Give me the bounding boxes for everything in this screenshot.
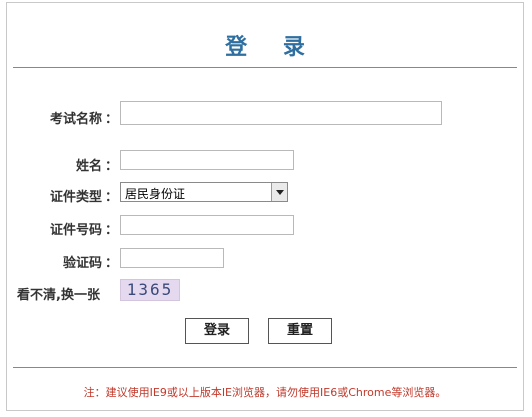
id-type-colon: ： [105, 190, 119, 205]
browser-note: 注：建议使用IE9或以上版本IE浏览器，请勿使用IE6或Chrome等浏览器。 [83, 386, 447, 399]
login-panel: 登 录 考试名称 ： 姓名 ： 证件类型 ： 居民身份证 证件号码 ： 验证码 … [6, 2, 524, 411]
bottom-divider [13, 367, 517, 368]
name-colon: ： [105, 159, 119, 174]
captcha-label: 验证码 [62, 256, 102, 271]
name-label: 姓名 [75, 159, 102, 174]
login-button[interactable]: 登录 [185, 318, 249, 344]
reset-button[interactable]: 重置 [268, 318, 332, 344]
id-number-label: 证件号码 [49, 223, 102, 238]
refresh-captcha-link[interactable]: 看不清,换一张 [17, 284, 100, 303]
id-type-label: 证件类型 [49, 190, 102, 205]
top-divider [13, 67, 517, 68]
exam-name-colon: ： [105, 112, 119, 127]
exam-name-input[interactable] [120, 101, 442, 125]
id-type-selected-value: 居民身份证 [125, 187, 186, 201]
id-type-select[interactable]: 居民身份证 [120, 182, 288, 202]
id-number-input[interactable] [120, 215, 294, 235]
id-number-colon: ： [105, 223, 119, 238]
chevron-down-icon[interactable] [271, 183, 287, 201]
exam-name-label: 考试名称 [49, 112, 102, 127]
captcha-image[interactable]: 1365 [120, 279, 180, 301]
captcha-input[interactable] [120, 248, 224, 268]
captcha-colon: ： [105, 256, 119, 271]
page-title: 登 录 [225, 35, 319, 60]
name-input[interactable] [120, 150, 294, 170]
